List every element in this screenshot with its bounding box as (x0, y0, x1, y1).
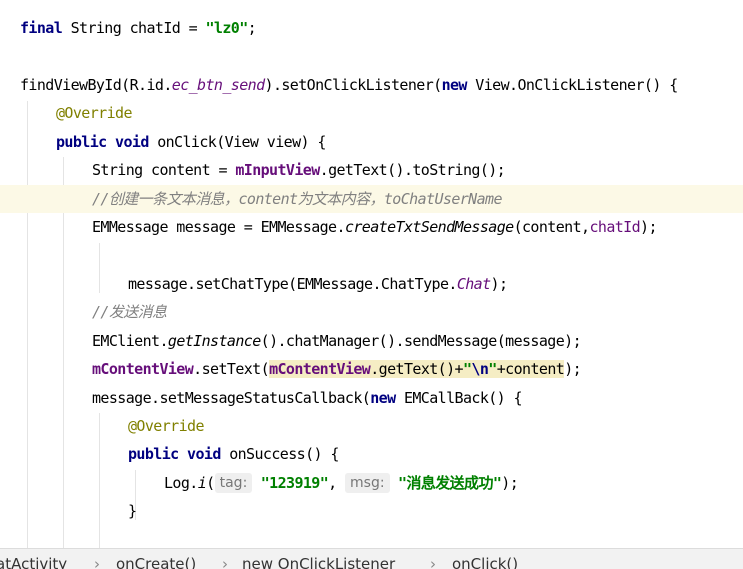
string-literal: "lz0" (205, 19, 248, 37)
string-literal: "123919" (260, 474, 329, 492)
parameter-hint-tag: tag: (214, 473, 253, 493)
parameter-reference: chatId (589, 218, 641, 236)
code-text: .getText()+ (370, 360, 463, 378)
keyword: void (115, 133, 149, 151)
breadcrumb-item-class[interactable]: atActivity (0, 549, 67, 569)
code-text: message.setMessageStatusCallback( (92, 389, 371, 407)
code-text: Log. (164, 474, 198, 492)
field-reference: mContentView (92, 360, 194, 378)
code-line[interactable]: Log.i(tag: "123919", msg: "消息发送成功"); (0, 469, 743, 497)
parameter-hint-msg: msg: (345, 473, 390, 493)
annotation: @Override (128, 417, 204, 435)
code-line[interactable]: EMMessage message = EMMessage.createTxtS… (0, 213, 743, 241)
breadcrumb: atActivity › onCreate() › new OnClickLis… (0, 548, 743, 569)
code-line[interactable]: findViewById(R.id.ec_btn_send).setOnClic… (0, 71, 743, 99)
code-text: ); (490, 275, 508, 293)
breadcrumb-item-onclicklistener[interactable]: new OnClickListener (242, 549, 395, 569)
field-reference: ec_btn_send (171, 76, 265, 94)
code-text: ; (247, 19, 257, 37)
code-line[interactable]: } (0, 497, 743, 525)
current-code-line[interactable]: //创建一条文本消息，content为文本内容，toChatUserName (0, 185, 743, 213)
code-text: .setText( (193, 360, 270, 378)
code-comment: //创建一条文本消息，content为文本内容，toChatUserName (92, 190, 503, 208)
chevron-right-icon: › (222, 555, 228, 569)
code-text: String chatId = (62, 19, 206, 37)
code-line[interactable]: @Override (0, 412, 743, 440)
field-reference: mContentView (269, 360, 371, 378)
highlighted-expression: mContentView.getText()+"\n"+content (269, 360, 565, 378)
code-text: String content = (92, 161, 236, 179)
method-call: createTxtSendMessage (344, 218, 514, 236)
code-line[interactable]: message.setChatType(EMMessage.ChatType.C… (0, 270, 743, 298)
string-literal: "消息发送成功" (398, 474, 502, 492)
code-text: ); (501, 474, 519, 492)
chevron-right-icon: › (94, 555, 100, 569)
code-text: EMClient. (92, 332, 168, 350)
keyword: public (56, 133, 107, 151)
code-line[interactable]: message.setMessageStatusCallback(new EMC… (0, 384, 743, 412)
code-text: ); (564, 360, 582, 378)
code-text: View.OnClickListener() { (466, 76, 678, 94)
code-line[interactable]: EMClient.getInstance().chatManager().sen… (0, 327, 743, 355)
code-text: onClick(View view) { (148, 133, 326, 151)
code-text: ().chatManager().sendMessage(message); (260, 332, 582, 350)
code-text: ); (640, 218, 657, 236)
code-text: ( (206, 474, 215, 492)
code-line[interactable]: public void onSuccess() { (0, 440, 743, 468)
code-text: ).setOnClickListener( (264, 76, 443, 94)
string-literal: " (488, 360, 497, 378)
code-line[interactable]: @Override (0, 99, 743, 127)
code-text: +content (496, 360, 565, 378)
breadcrumb-item-onclick[interactable]: onClick() (452, 549, 518, 569)
code-line[interactable]: final String chatId = "lz0"; (0, 14, 743, 42)
enum-constant: Chat (456, 275, 491, 293)
code-text: , (328, 474, 337, 492)
code-text: EMMessage message = EMMessage. (92, 218, 346, 236)
code-text: onSuccess() { (220, 445, 339, 463)
method-call: getInstance (167, 332, 261, 350)
keyword: final (20, 19, 63, 37)
method-call: i (197, 474, 207, 492)
breadcrumb-item-oncreate[interactable]: onCreate() (116, 549, 196, 569)
code-text: message.setChatType(EMMessage.ChatType. (128, 275, 457, 293)
code-line[interactable]: //发送消息 (0, 298, 743, 326)
keyword: public (128, 445, 179, 463)
code-text: .getText().toString(); (319, 161, 506, 179)
code-line[interactable]: String content = mInputView.getText().to… (0, 156, 743, 184)
escape-sequence: \n (471, 360, 489, 378)
annotation: @Override (56, 104, 132, 122)
keyword: void (187, 445, 221, 463)
chevron-right-icon: › (430, 555, 436, 569)
code-text: EMCallBack() { (395, 389, 523, 407)
code-line[interactable]: public void onClick(View view) { (0, 128, 743, 156)
code-comment: //发送消息 (92, 303, 167, 321)
field-reference: mInputView (235, 161, 320, 179)
code-editor[interactable]: final String chatId = "lz0"; findViewByI… (0, 0, 743, 548)
code-text: (content, (513, 218, 590, 236)
code-line[interactable]: mContentView.setText(mContentView.getTex… (0, 355, 743, 383)
keyword: new (370, 389, 396, 407)
code-text: findViewById(R.id. (20, 76, 172, 94)
keyword: new (441, 76, 468, 94)
closing-brace: } (128, 502, 137, 520)
